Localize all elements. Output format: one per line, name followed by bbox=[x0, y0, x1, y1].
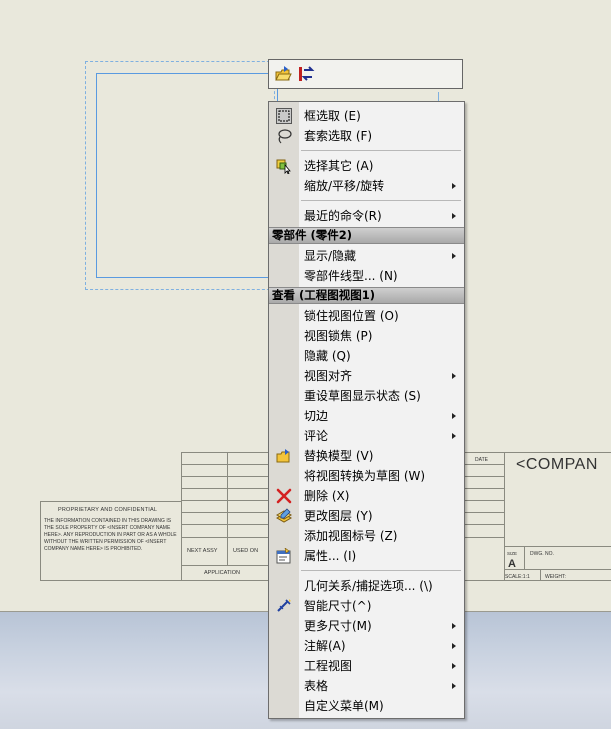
title-block-line bbox=[40, 501, 41, 581]
title-block-line bbox=[181, 452, 182, 581]
menu-item-reset-sketch-display[interactable]: 重设草图显示状态 (S) bbox=[269, 386, 464, 406]
title-block-line bbox=[464, 452, 611, 453]
menu-item-hide[interactable]: 隐藏 (Q) bbox=[269, 346, 464, 366]
title-block-line bbox=[504, 546, 611, 547]
company-name: <COMPAN bbox=[516, 456, 598, 473]
title-block-line bbox=[464, 464, 504, 465]
title-block-line bbox=[181, 537, 268, 538]
title-block-line bbox=[181, 565, 268, 566]
application-label: APPLICATION bbox=[204, 570, 240, 576]
weight-label: WEIGHT: bbox=[545, 574, 566, 580]
menu-item-add-view-label[interactable]: 添加视图标号 (Z) bbox=[269, 526, 464, 546]
menu-separator bbox=[301, 570, 461, 571]
title-block-line bbox=[464, 537, 504, 538]
menu-item-lock-view-focus[interactable]: 视图锁焦 (P) bbox=[269, 326, 464, 346]
menu-item-select-other[interactable]: 选择其它 (A) bbox=[269, 156, 464, 176]
menu-item-lasso-select[interactable]: 套索选取 (F) bbox=[269, 126, 464, 146]
menu-item-customize-menu[interactable]: 自定义菜单(M) bbox=[269, 696, 464, 716]
menu-item-tables[interactable]: 表格 bbox=[269, 676, 464, 696]
size-label: SIZE bbox=[507, 551, 518, 556]
change-layer-icon bbox=[276, 508, 292, 524]
title-block-line bbox=[464, 488, 504, 489]
next-assy-label: NEXT ASSY bbox=[187, 548, 218, 554]
menu-item-zoom-pan-rotate[interactable]: 缩放/平移/旋转 bbox=[269, 176, 464, 196]
submenu-arrow-icon bbox=[452, 643, 456, 649]
title-block-line bbox=[181, 476, 268, 477]
title-block-line bbox=[40, 580, 268, 581]
menu-item-drawing-views[interactable]: 工程视图 bbox=[269, 656, 464, 676]
menu-item-box-select[interactable]: 框选取 (E) bbox=[269, 106, 464, 126]
submenu-arrow-icon bbox=[452, 213, 456, 219]
title-block-line bbox=[464, 580, 611, 581]
title-block-line bbox=[181, 500, 268, 501]
title-block-line bbox=[504, 569, 611, 570]
menu-section-component: 零部件 (零件2) bbox=[269, 227, 464, 244]
proprietary-title: PROPRIETARY AND CONFIDENTIAL bbox=[58, 507, 158, 513]
title-block-line bbox=[540, 569, 541, 581]
title-block-line bbox=[181, 512, 268, 513]
delete-icon bbox=[276, 488, 292, 504]
submenu-arrow-icon bbox=[452, 623, 456, 629]
title-block-line bbox=[464, 500, 504, 501]
menu-item-change-layer[interactable]: 更改图层 (Y) bbox=[269, 506, 464, 526]
context-mini-toolbar bbox=[268, 59, 463, 89]
submenu-arrow-icon bbox=[452, 183, 456, 189]
title-block-line bbox=[464, 524, 504, 525]
menu-item-comment[interactable]: 评论 bbox=[269, 426, 464, 446]
title-block-line bbox=[181, 488, 268, 489]
title-block-line bbox=[181, 464, 268, 465]
title-block-line bbox=[181, 524, 268, 525]
context-menu: 框选取 (E) 套索选取 (F) 选择其它 (A) 缩放/平移/旋转 最近的命令… bbox=[268, 101, 465, 719]
submenu-arrow-icon bbox=[452, 373, 456, 379]
menu-item-lock-view-position[interactable]: 锁住视图位置 (O) bbox=[269, 306, 464, 326]
rebuild-icon[interactable] bbox=[297, 65, 315, 83]
submenu-arrow-icon bbox=[452, 253, 456, 259]
menu-item-annotations[interactable]: 注解(A) bbox=[269, 636, 464, 656]
menu-item-properties[interactable]: 属性... (I) bbox=[269, 546, 464, 566]
menu-item-component-line-font[interactable]: 零部件线型... (N) bbox=[269, 266, 464, 286]
replace-model-icon bbox=[276, 448, 292, 464]
menu-item-tangent-edge[interactable]: 切边 bbox=[269, 406, 464, 426]
properties-icon bbox=[276, 548, 292, 564]
menu-separator bbox=[301, 150, 461, 151]
size-value: A bbox=[508, 558, 516, 570]
dwg-no-label: DWG. NO. bbox=[530, 551, 554, 557]
title-block-line bbox=[40, 501, 182, 502]
menu-item-convert-view-to-sketch[interactable]: 将视图转换为草图 (W) bbox=[269, 466, 464, 486]
submenu-arrow-icon bbox=[452, 663, 456, 669]
proprietary-notice: THE INFORMATION CONTAINED IN THIS DRAWIN… bbox=[44, 518, 177, 552]
used-on-label: USED ON bbox=[233, 548, 259, 554]
title-block-line bbox=[181, 452, 268, 453]
menu-item-recent-commands[interactable]: 最近的命令(R) bbox=[269, 206, 464, 226]
drawing-view-frame[interactable] bbox=[96, 73, 278, 278]
menu-item-more-dimensions[interactable]: 更多尺寸(M) bbox=[269, 616, 464, 636]
menu-item-view-alignment[interactable]: 视图对齐 bbox=[269, 366, 464, 386]
menu-item-show-hide[interactable]: 显示/隐藏 bbox=[269, 246, 464, 266]
title-block-line bbox=[227, 452, 228, 565]
title-block-line bbox=[504, 452, 505, 581]
submenu-arrow-icon bbox=[452, 683, 456, 689]
menu-item-smart-dimension[interactable]: 智能尺寸(^) bbox=[269, 596, 464, 616]
menu-item-relations-snaps[interactable]: 几何关系/捕捉选项... (\) bbox=[269, 576, 464, 596]
title-block-line bbox=[464, 476, 504, 477]
scale-label: SCALE:1:1 bbox=[505, 574, 530, 580]
lasso-select-icon bbox=[276, 128, 292, 144]
title-block-line bbox=[524, 546, 525, 569]
submenu-arrow-icon bbox=[452, 413, 456, 419]
open-part-icon[interactable] bbox=[274, 65, 292, 83]
menu-separator bbox=[301, 200, 461, 201]
date-label: DATE bbox=[475, 457, 488, 463]
title-block-line bbox=[464, 512, 504, 513]
menu-section-view: 查看 (工程图视图1) bbox=[269, 287, 464, 304]
select-other-icon bbox=[276, 158, 292, 174]
menu-item-delete[interactable]: 删除 (X) bbox=[269, 486, 464, 506]
smart-dimension-icon bbox=[276, 598, 292, 614]
box-select-icon bbox=[276, 108, 292, 124]
menu-item-replace-model[interactable]: 替换模型 (V) bbox=[269, 446, 464, 466]
submenu-arrow-icon bbox=[452, 433, 456, 439]
